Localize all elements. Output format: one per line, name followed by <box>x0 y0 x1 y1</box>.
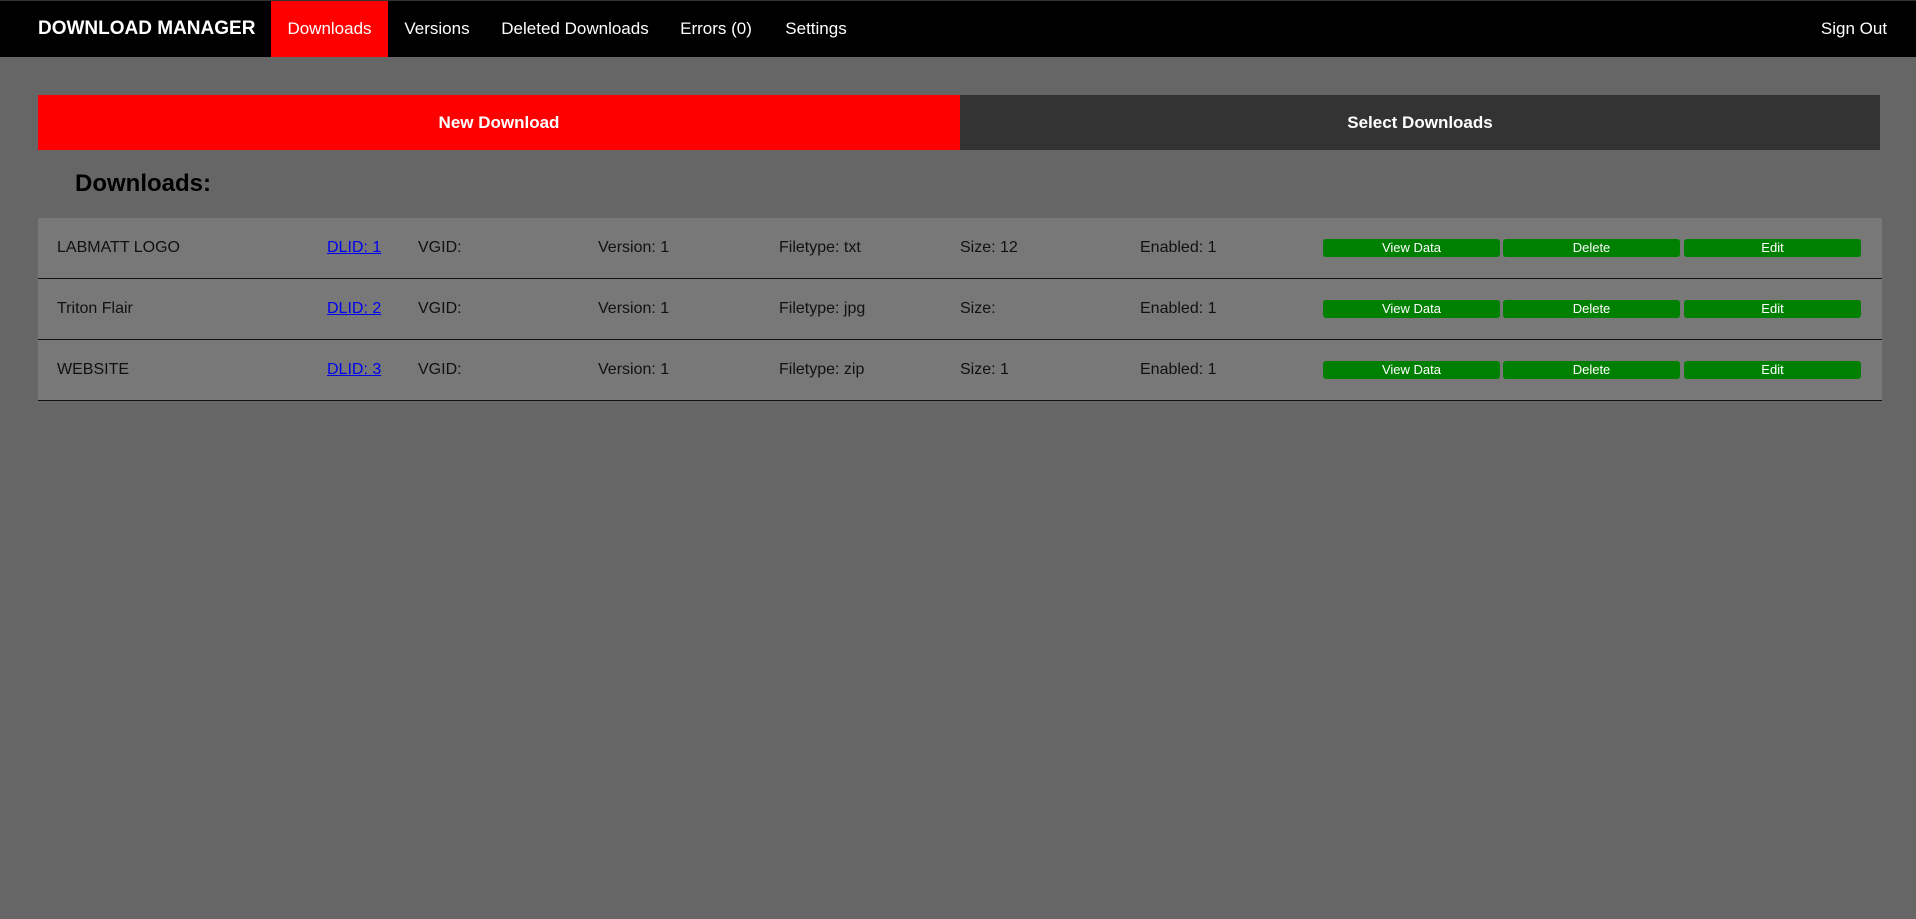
download-id-link[interactable]: DLID: 2 <box>327 279 381 339</box>
download-vgid: VGID: <box>418 300 462 317</box>
download-name: WEBSITE <box>57 361 130 378</box>
view-data-button[interactable]: View Data <box>1323 239 1500 257</box>
sign-out-link[interactable]: Sign Out <box>1804 1 1904 57</box>
view-data-button[interactable]: View Data <box>1323 361 1500 379</box>
download-filetype: Filetype: jpg <box>779 300 866 317</box>
nav-downloads[interactable]: Downloads <box>271 1 388 57</box>
app-brand: DOWNLOAD MANAGER <box>38 18 256 39</box>
download-vgid: VGID: <box>418 239 462 256</box>
delete-button[interactable]: Delete <box>1503 239 1680 257</box>
downloads-list: LABMATT LOGO DLID: 1 VGID: Version: 1 Fi… <box>38 218 1882 401</box>
download-size: Size: 12 <box>960 239 1018 256</box>
delete-button[interactable]: Delete <box>1503 361 1680 379</box>
nav-settings[interactable]: Settings <box>768 1 864 57</box>
download-version: Version: 1 <box>598 361 670 378</box>
new-download-button[interactable]: New Download <box>38 95 960 150</box>
view-data-button[interactable]: View Data <box>1323 300 1500 318</box>
download-size: Size: <box>960 300 996 317</box>
download-filetype: Filetype: txt <box>779 239 861 256</box>
download-id-link[interactable]: DLID: 3 <box>327 340 381 400</box>
delete-button[interactable]: Delete <box>1503 300 1680 318</box>
page-title: Downloads: <box>75 170 211 197</box>
download-row: Triton Flair DLID: 2 VGID: Version: 1 Fi… <box>38 279 1882 340</box>
download-id-link[interactable]: DLID: 1 <box>327 218 381 278</box>
nav-errors[interactable]: Errors (0) <box>664 1 768 57</box>
nav-deleted-downloads[interactable]: Deleted Downloads <box>486 1 664 57</box>
download-version: Version: 1 <box>598 300 670 317</box>
select-downloads-button[interactable]: Select Downloads <box>960 95 1880 150</box>
action-bar: New Download Select Downloads <box>38 95 1880 150</box>
edit-button[interactable]: Edit <box>1684 361 1861 379</box>
download-name: LABMATT LOGO <box>57 239 180 256</box>
edit-button[interactable]: Edit <box>1684 239 1861 257</box>
download-vgid: VGID: <box>418 361 462 378</box>
nav-versions[interactable]: Versions <box>388 1 486 57</box>
download-name: Triton Flair <box>57 300 133 317</box>
download-version: Version: 1 <box>598 239 670 256</box>
edit-button[interactable]: Edit <box>1684 300 1861 318</box>
download-enabled: Enabled: 1 <box>1140 300 1217 317</box>
download-row: LABMATT LOGO DLID: 1 VGID: Version: 1 Fi… <box>38 218 1882 279</box>
download-row: WEBSITE DLID: 3 VGID: Version: 1 Filetyp… <box>38 340 1882 401</box>
download-filetype: Filetype: zip <box>779 361 865 378</box>
download-size: Size: 1 <box>960 361 1009 378</box>
download-enabled: Enabled: 1 <box>1140 239 1217 256</box>
download-enabled: Enabled: 1 <box>1140 361 1217 378</box>
top-navbar: DOWNLOAD MANAGER Downloads Versions Dele… <box>0 0 1916 57</box>
